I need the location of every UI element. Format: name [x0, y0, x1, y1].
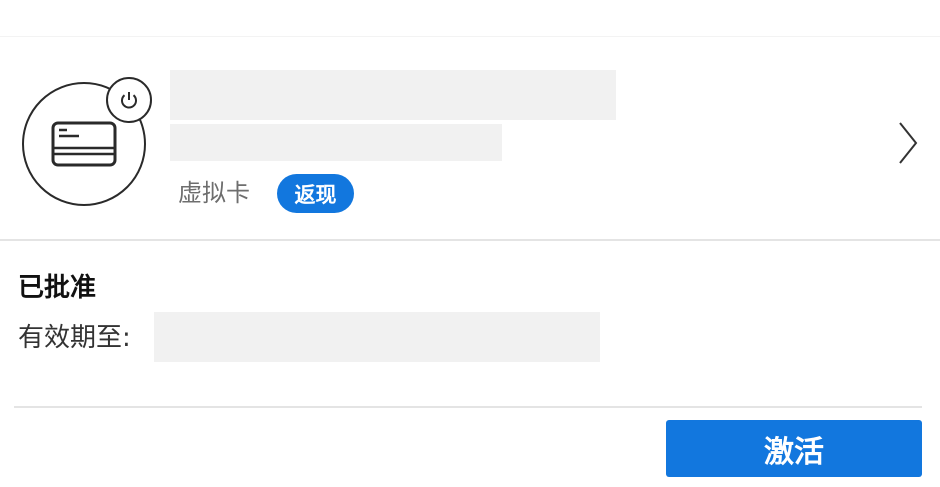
credit-card-icon [51, 121, 117, 167]
expiry-value [154, 312, 600, 362]
expiry-label: 有效期至: [18, 323, 131, 353]
card-type-label: 虚拟卡 [178, 179, 250, 207]
activate-button[interactable]: 激活 [666, 420, 922, 477]
power-icon [106, 77, 152, 123]
card-number [170, 124, 502, 161]
card-row[interactable]: 虚拟卡 返现 [0, 37, 940, 239]
footer-divider [14, 406, 922, 408]
section-divider [0, 239, 940, 241]
status-title: 已批准 [18, 273, 97, 303]
cashback-badge: 返现 [277, 174, 354, 213]
chevron-right-icon[interactable] [896, 121, 920, 165]
card-name [170, 70, 616, 120]
card-details-page: 虚拟卡 返现 已批准 有效期至: 激活 [0, 0, 940, 487]
